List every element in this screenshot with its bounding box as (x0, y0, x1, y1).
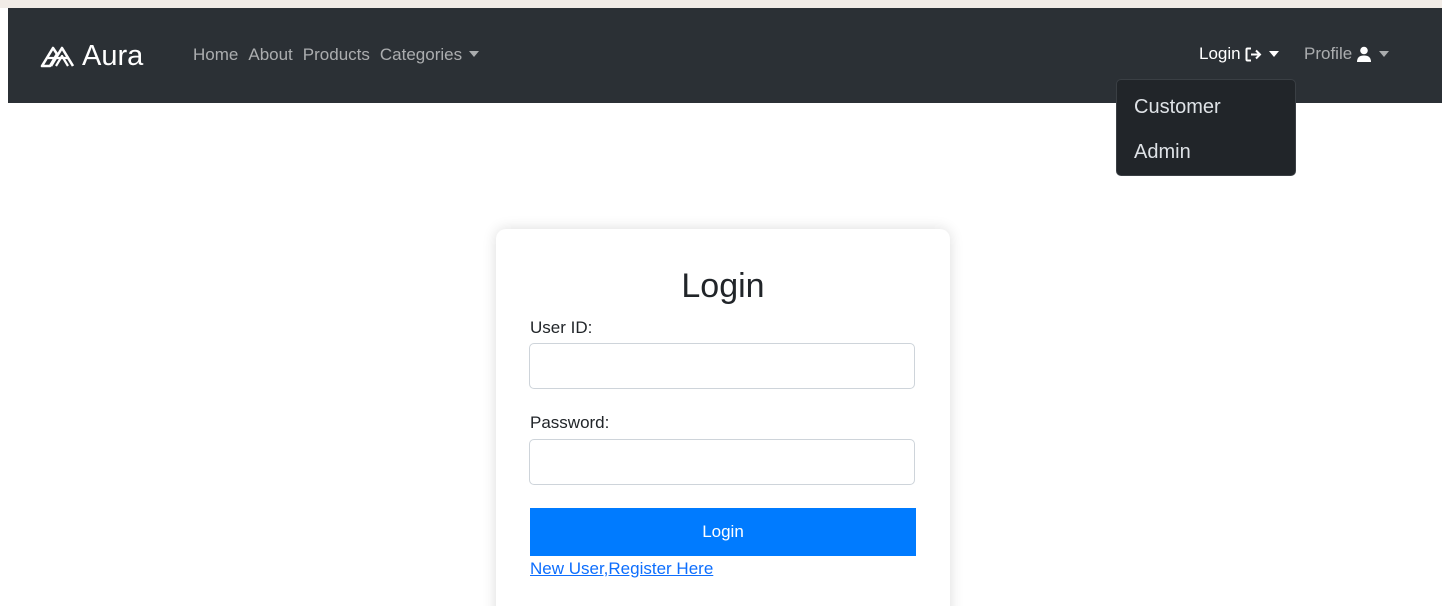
password-input[interactable] (529, 439, 915, 485)
nav-links: Home About Products Categories (193, 44, 489, 66)
categories-label: Categories (379, 45, 463, 64)
login-dropdown-menu: Customer Admin (1116, 79, 1296, 176)
register-link[interactable]: New User,Register Here (530, 559, 713, 579)
login-dropdown-toggle[interactable]: Login (1199, 44, 1279, 64)
brand[interactable]: Aura (38, 40, 143, 72)
nav-link-home[interactable]: Home (193, 44, 238, 66)
login-card: Login User ID: Password: Login New User,… (496, 229, 950, 606)
dropdown-item-admin[interactable]: Admin (1134, 140, 1191, 164)
user-icon (1356, 46, 1372, 62)
chevron-down-icon (1379, 51, 1390, 57)
profile-nav-label: Profile (1304, 44, 1353, 63)
chevron-down-icon (1268, 51, 1279, 57)
login-title: Login (681, 267, 765, 305)
sign-in-icon (1245, 47, 1262, 62)
nav-link-about[interactable]: About (248, 44, 292, 66)
profile-dropdown-toggle[interactable]: Profile (1304, 44, 1390, 64)
nav-link-categories[interactable]: Categories (379, 44, 480, 66)
user-id-input[interactable] (529, 343, 915, 389)
user-id-label: User ID: (530, 318, 593, 337)
password-label: Password: (530, 413, 610, 432)
login-button[interactable]: Login (530, 508, 916, 556)
login-nav-label: Login (1199, 44, 1241, 63)
aura-logo-icon (40, 46, 75, 68)
brand-name: Aura (82, 40, 144, 72)
nav-link-products[interactable]: Products (303, 44, 370, 66)
dropdown-item-customer[interactable]: Customer (1134, 95, 1221, 119)
chevron-down-icon (469, 51, 480, 57)
top-border (0, 0, 1442, 8)
